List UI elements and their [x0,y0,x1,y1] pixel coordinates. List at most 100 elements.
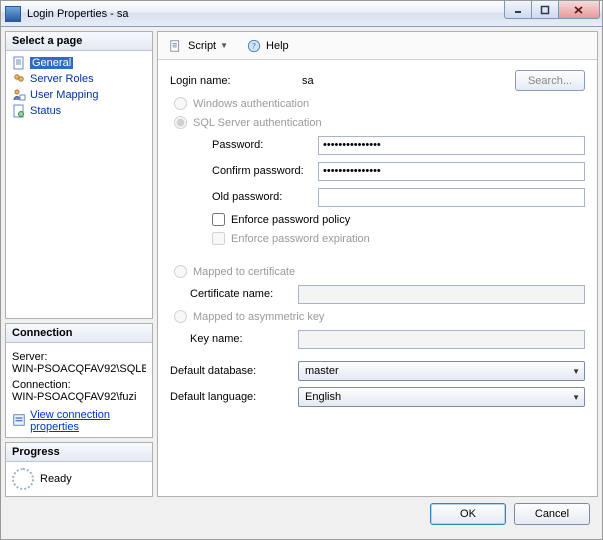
cancel-button[interactable]: Cancel [514,503,590,525]
sql-auth-radio: SQL Server authentication [170,116,585,129]
bottom-buttons: OK Cancel [5,497,598,531]
default-lang-label: Default language: [170,391,298,403]
progress-spinner-icon [12,468,34,490]
password-label: Password: [190,139,318,151]
left-column: Select a page General Server Roles User … [5,31,153,497]
old-password-input[interactable] [318,188,585,207]
view-connection-properties-link[interactable]: View connection properties [12,409,146,433]
connection-panel: Connection Server: WIN-PSOACQFAV92\SQLEX… [5,323,153,438]
right-column: Script ▼ ? Help Login name: Search... [157,31,598,497]
windows-auth-radio-input [174,97,187,110]
server-label: Server: [12,351,146,363]
app-icon [5,6,21,22]
enforce-policy-checkbox[interactable] [212,213,225,226]
cert-name-input [298,285,585,304]
page-general[interactable]: General [10,55,148,71]
default-db-label: Default database: [170,365,298,377]
key-name-row: Key name: [190,329,585,349]
search-button: Search... [515,70,585,91]
mapped-cert-radio-input [174,265,187,278]
enforce-expiration-label: Enforce password expiration [231,233,370,245]
select-page-header: Select a page [6,32,152,51]
default-db-value: master [305,365,339,377]
minimize-button[interactable] [504,1,532,19]
server-value: WIN-PSOACQFAV92\SQLEXPRE [12,363,146,375]
maximize-icon [540,5,550,15]
enforce-expiration-checkbox [212,232,225,245]
default-db-combo[interactable]: master ▼ [298,361,585,381]
windows-auth-label: Windows authentication [193,98,309,110]
confirm-password-row: Confirm password: [190,161,585,181]
password-row: Password: [190,135,585,155]
help-button[interactable]: ? Help [242,36,293,56]
confirm-password-label: Confirm password: [190,165,318,177]
sql-auth-label: SQL Server authentication [193,117,322,129]
enforce-policy-label: Enforce password policy [231,214,350,226]
key-name-label: Key name: [190,333,298,345]
page-label: Server Roles [30,73,94,85]
mapped-asym-radio: Mapped to asymmetric key [170,310,585,323]
form-area: Login name: Search... Windows authentica… [158,60,597,496]
close-icon [573,5,585,15]
connection-body: Server: WIN-PSOACQFAV92\SQLEXPRE Connect… [6,343,152,437]
mapped-asym-label: Mapped to asymmetric key [193,311,324,323]
progress-body: Ready [6,462,152,496]
login-name-row: Login name: Search... [170,70,585,91]
chevron-down-icon: ▼ [572,393,580,402]
page-label: User Mapping [30,89,98,101]
page-status[interactable]: Status [10,103,148,119]
chevron-down-icon: ▼ [220,41,228,50]
default-lang-value: English [305,391,341,403]
titlebar: Login Properties - sa [1,1,602,27]
mapping-icon [12,88,26,102]
script-icon [168,38,184,54]
default-db-row: Default database: master ▼ [170,361,585,381]
login-name-label: Login name: [170,75,298,87]
mapped-cert-radio: Mapped to certificate [170,265,585,278]
chevron-down-icon: ▼ [572,367,580,376]
window-controls [505,1,600,19]
page-label: General [30,57,73,69]
page-user-mapping[interactable]: User Mapping [10,87,148,103]
minimize-icon [513,5,523,15]
toolbar: Script ▼ ? Help [158,32,597,60]
select-page-panel: Select a page General Server Roles User … [5,31,153,319]
page-server-roles[interactable]: Server Roles [10,71,148,87]
connection-value: WIN-PSOACQFAV92\fuzi [12,391,146,403]
view-connection-properties-label: View connection properties [30,409,146,433]
properties-icon [12,413,26,429]
enforce-policy-check[interactable]: Enforce password policy [190,213,585,226]
default-lang-row: Default language: English ▼ [170,387,585,407]
connection-header: Connection [6,324,152,343]
login-name-input [298,71,509,90]
enforce-expiration-check: Enforce password expiration [190,232,585,245]
roles-icon [12,72,26,86]
cert-name-row: Certificate name: [190,284,585,304]
close-button[interactable] [558,1,600,19]
mapped-cert-label: Mapped to certificate [193,266,295,278]
password-input[interactable] [318,136,585,155]
old-password-label: Old password: [190,191,318,203]
script-button[interactable]: Script ▼ [164,36,232,56]
page-tree: General Server Roles User Mapping Status [6,51,152,123]
ok-button[interactable]: OK [430,503,506,525]
default-lang-combo[interactable]: English ▼ [298,387,585,407]
help-label: Help [266,40,289,52]
progress-status: Ready [40,473,72,485]
mapped-asym-radio-input [174,310,187,323]
help-icon: ? [246,38,262,54]
windows-auth-radio: Windows authentication [170,97,585,110]
svg-text:?: ? [252,41,256,50]
old-password-row: Old password: [190,187,585,207]
key-name-input [298,330,585,349]
main-wrap: Select a page General Server Roles User … [1,27,602,539]
sql-auth-radio-input [174,116,187,129]
status-icon [12,104,26,118]
cert-name-label: Certificate name: [190,288,298,300]
connection-label: Connection: [12,379,146,391]
confirm-password-input[interactable] [318,162,585,181]
sql-auth-section: Password: Confirm password: Old password… [190,135,585,245]
maximize-button[interactable] [531,1,559,19]
progress-panel: Progress Ready [5,442,153,497]
columns: Select a page General Server Roles User … [5,31,598,497]
